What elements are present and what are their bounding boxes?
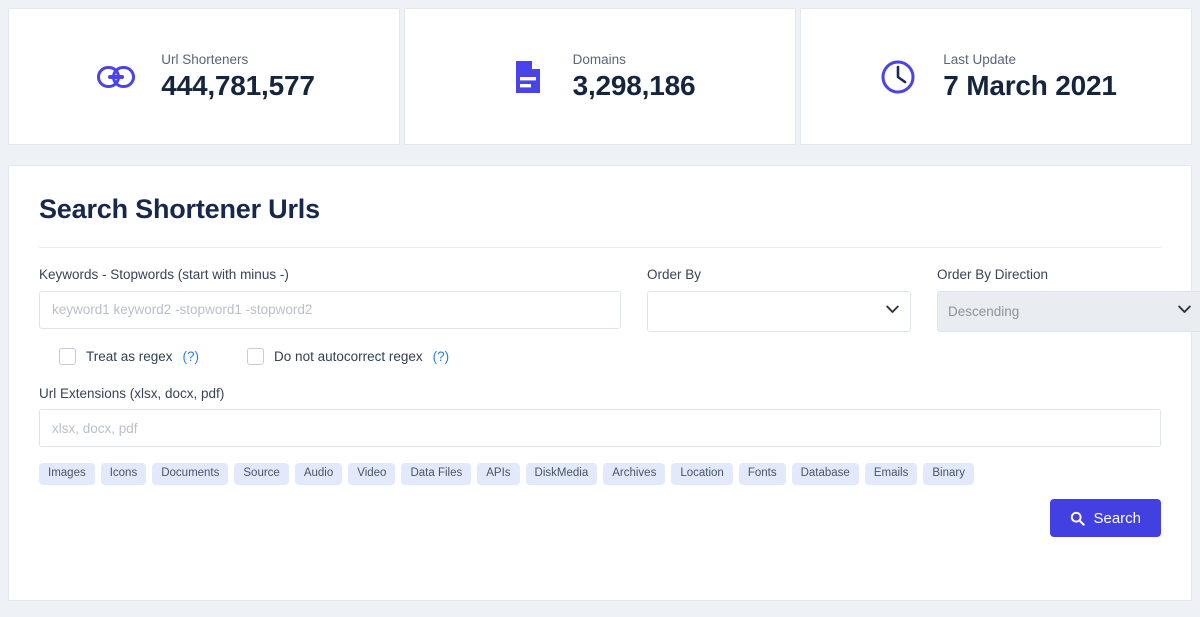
search-icon — [1070, 511, 1086, 526]
url-extensions-label: Url Extensions (xlsx, docx, pdf) — [39, 385, 225, 401]
extension-chip[interactable]: Location — [671, 463, 733, 486]
page-title: Search Shortener Urls — [39, 194, 320, 224]
order-by-direction-label: Order By Direction — [937, 267, 1049, 282]
clock-icon — [875, 54, 921, 100]
panel-actions: Search — [39, 499, 1161, 538]
extension-chip[interactable]: Emails — [864, 463, 918, 486]
checkbox-label: Do not autocorrect regex — [274, 348, 423, 364]
extension-chip[interactable]: Documents — [152, 463, 229, 486]
regex-options-row: Treat as regex (?) Do not autocorrect re… — [39, 347, 1161, 365]
checkbox-do-not-autocorrect-regex[interactable]: Do not autocorrect regex (?) — [247, 347, 450, 365]
checkbox-treat-as-regex[interactable]: Treat as regex (?) — [59, 347, 200, 365]
help-link-icon[interactable]: (?) — [183, 349, 200, 364]
order-by-label: Order By — [647, 267, 702, 282]
title-divider — [39, 247, 1161, 248]
extension-chip[interactable]: Database — [791, 463, 859, 486]
keywords-input[interactable] — [39, 290, 621, 329]
stat-card-last-update: Last Update 7 March 2021 — [800, 8, 1192, 145]
extension-chip[interactable]: Audio — [294, 463, 343, 486]
extension-chip[interactable]: Archives — [603, 463, 666, 486]
search-button-label: Search — [1093, 509, 1141, 527]
stat-label: Url Shorteners — [161, 51, 249, 67]
order-by-direction-select[interactable]: Descending — [937, 290, 1200, 332]
form-row-primary: Keywords - Stopwords (start with minus -… — [39, 266, 1200, 332]
stat-value: 3,298,186 — [572, 70, 696, 102]
checkbox-box[interactable] — [247, 347, 265, 365]
stat-card-url-shorteners: Url Shorteners 444,781,577 — [8, 8, 400, 145]
help-link-icon[interactable]: (?) — [433, 349, 450, 364]
order-by-field-group: Order By — [647, 266, 911, 332]
keywords-field-group: Keywords - Stopwords (start with minus -… — [39, 266, 621, 332]
stat-card-domains: Domains 3,298,186 — [404, 8, 796, 145]
extension-chip[interactable]: Binary — [923, 463, 974, 486]
order-by-select[interactable] — [647, 290, 911, 332]
extension-category-chips: Images Icons Documents Source Audio Video Data… — [39, 463, 1161, 486]
extension-chip[interactable]: Images — [39, 463, 95, 486]
order-by-direction-field-group: Order By Direction Descending — [937, 266, 1200, 332]
extension-chip[interactable]: DiskMedia — [525, 463, 598, 486]
keywords-label: Keywords - Stopwords (start with minus -… — [39, 267, 289, 282]
search-panel: Search Shortener Urls Keywords - Stopwor… — [8, 165, 1200, 601]
stat-value: 7 March 2021 — [943, 70, 1117, 102]
dashboard-page: Url Shorteners 444,781,577 Domains 3,298… — [0, 0, 1200, 617]
extension-chip[interactable]: Fonts — [738, 463, 786, 486]
url-extensions-input[interactable] — [39, 409, 1161, 448]
stats-row: Url Shorteners 444,781,577 Domains 3,298… — [0, 0, 1200, 145]
document-icon — [505, 54, 551, 100]
extension-chip[interactable]: Video — [348, 463, 396, 486]
search-button[interactable]: Search — [1050, 499, 1161, 538]
stat-label: Last Update — [943, 51, 1017, 67]
extension-chip[interactable]: Icons — [100, 463, 147, 486]
url-extensions-field-group: Url Extensions (xlsx, docx, pdf) — [39, 385, 1161, 448]
stat-label: Domains — [572, 51, 626, 67]
checkbox-box[interactable] — [59, 347, 76, 365]
stat-value: 444,781,577 — [161, 70, 315, 102]
checkbox-label: Treat as regex — [86, 348, 173, 364]
extension-chip[interactable]: APIs — [477, 463, 520, 486]
extension-chip[interactable]: Source — [234, 463, 289, 486]
link-icon — [93, 54, 139, 100]
extension-chip[interactable]: Data Files — [401, 463, 472, 486]
